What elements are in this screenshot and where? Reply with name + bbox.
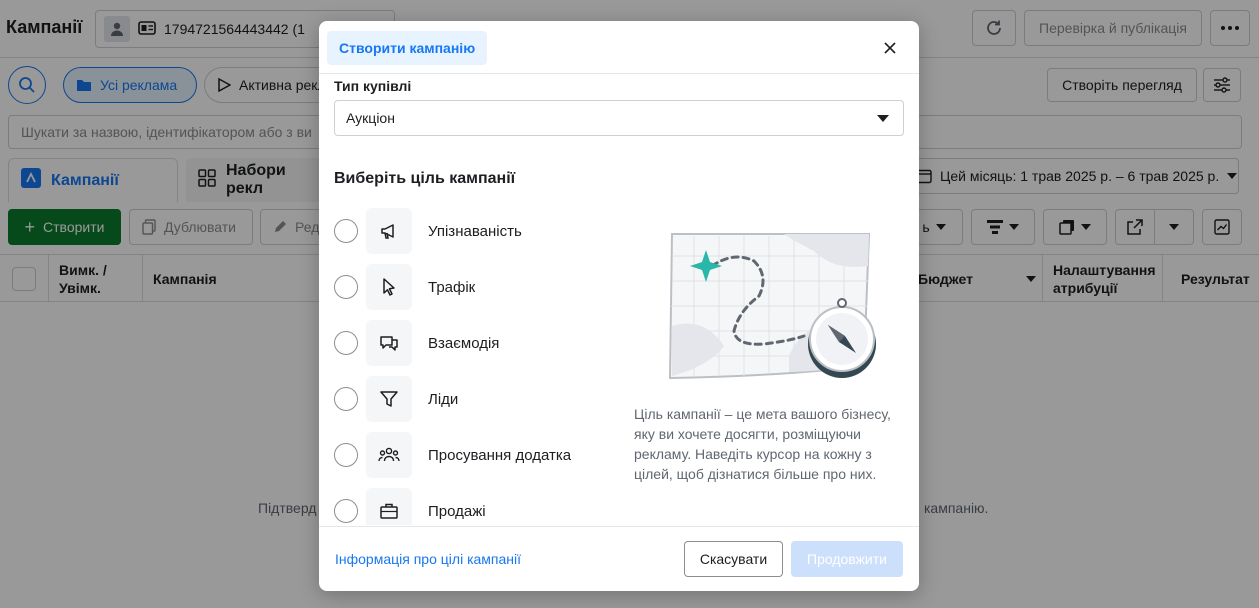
objective-radio[interactable] xyxy=(334,219,358,243)
objective-engagement[interactable]: Взаємодія xyxy=(334,319,614,367)
buy-type-label: Тип купівлі xyxy=(334,78,412,94)
close-icon xyxy=(884,42,896,54)
objective-label: Просування додатка xyxy=(428,446,572,464)
objective-radio[interactable] xyxy=(334,443,358,467)
objective-app-promotion[interactable]: Просування додатка xyxy=(334,431,614,479)
objective-label: Ліди xyxy=(428,390,459,408)
objective-awareness[interactable]: Упізнаваність xyxy=(334,207,614,255)
close-button[interactable] xyxy=(875,33,905,63)
objective-traffic[interactable]: Трафік xyxy=(334,263,614,311)
objective-label: Упізнаваність xyxy=(428,222,522,240)
megaphone-icon xyxy=(366,208,412,254)
objective-radio[interactable] xyxy=(334,331,358,355)
objective-sales[interactable]: Продажі xyxy=(334,487,614,525)
dialog-header: Створити кампанію xyxy=(319,21,919,74)
cursor-icon xyxy=(366,264,412,310)
objective-heading: Виберіть ціль кампанії xyxy=(334,170,516,187)
objective-label: Трафік xyxy=(428,278,476,296)
chat-bubbles-icon xyxy=(366,320,412,366)
objective-list: Упізнаваність Трафік Взаємодія Ліди Прос… xyxy=(334,207,614,525)
dialog-footer: Інформація про цілі кампанії Скасувати П… xyxy=(319,526,919,591)
objectives-info-link[interactable]: Інформація про цілі кампанії xyxy=(335,551,521,567)
objective-label: Взаємодія xyxy=(428,334,500,352)
objective-leads[interactable]: Ліди xyxy=(334,375,614,423)
buy-type-select[interactable]: Аукціон xyxy=(334,100,904,136)
people-icon xyxy=(366,432,412,478)
objective-radio[interactable] xyxy=(334,275,358,299)
objective-radio[interactable] xyxy=(334,499,358,523)
funnel-icon xyxy=(366,376,412,422)
continue-button[interactable]: Продовжити xyxy=(791,541,903,577)
objective-label: Продажі xyxy=(428,502,486,520)
create-campaign-dialog: Створити кампанію Тип купівлі Аукціон Ви… xyxy=(319,21,919,591)
dialog-title-tab[interactable]: Створити кампанію xyxy=(327,31,488,65)
chevron-down-icon xyxy=(877,115,889,122)
buy-type-value: Аукціон xyxy=(346,110,395,126)
map-compass-illustration xyxy=(664,226,884,396)
objective-radio[interactable] xyxy=(334,387,358,411)
objective-description: Ціль кампанії – це мета вашого бізнесу, … xyxy=(634,406,891,482)
cancel-button[interactable]: Скасувати xyxy=(684,541,783,577)
briefcase-icon xyxy=(366,488,412,525)
